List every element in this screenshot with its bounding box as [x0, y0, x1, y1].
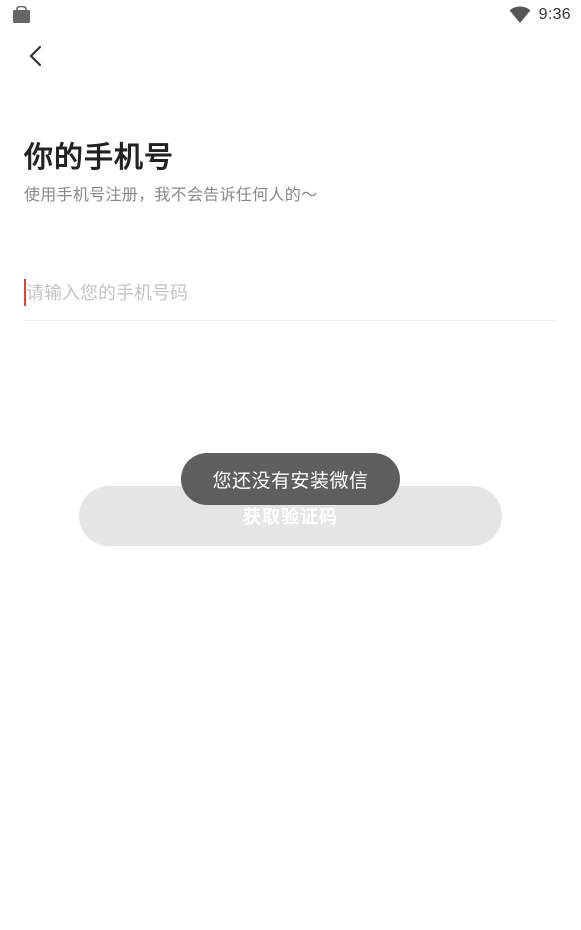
page-subtitle: 使用手机号注册，我不会告诉任何人的〜	[24, 185, 318, 204]
phone-input[interactable]	[24, 271, 557, 315]
status-time: 9:36	[538, 6, 571, 23]
phone-field	[24, 271, 557, 321]
wifi-icon	[509, 6, 531, 24]
shopping-bag-icon	[12, 5, 31, 23]
phone-login-screen: 9:36 你的手机号 使用手机号注册，我不会告诉任何人的〜 获取验证码 您还没有…	[0, 0, 581, 930]
status-right-group: 9:36	[509, 4, 571, 26]
toast-message: 您还没有安装微信	[181, 453, 400, 505]
page-title: 你的手机号	[24, 140, 175, 174]
chevron-left-icon	[28, 44, 44, 68]
status-bar: 9:36	[0, 0, 581, 32]
back-button[interactable]	[18, 38, 54, 74]
text-cursor	[24, 279, 26, 306]
